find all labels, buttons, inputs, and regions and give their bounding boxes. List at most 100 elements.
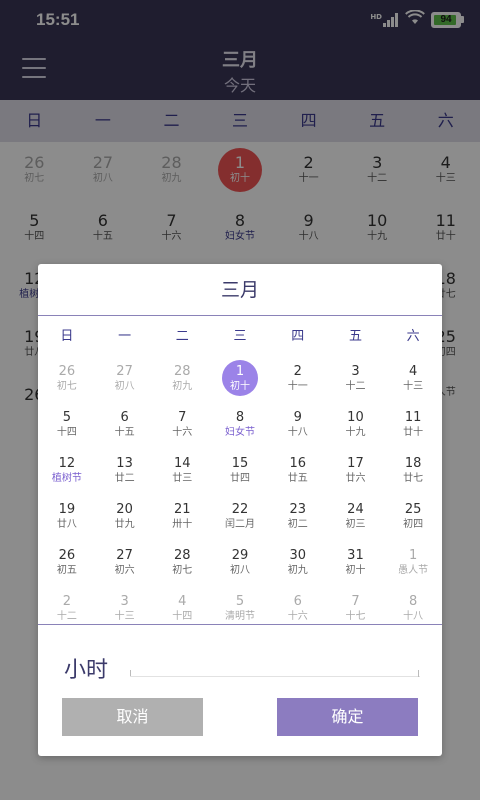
day-number: 1 (409, 548, 418, 563)
dlg-day-cell[interactable]: 10 十九 (327, 402, 385, 448)
confirm-button[interactable]: 确定 (277, 698, 418, 736)
lunar-date: 初五 (56, 565, 77, 576)
dlg-day-cell[interactable]: 30 初九 (269, 540, 327, 586)
date-picker-dialog: 三月 日一二三四五六 26 初七 27 初八 28 初九 1 初十 2 十一 3 十二 4 十三 5 十四 6 十… (38, 264, 442, 756)
day-number: 3 (351, 364, 360, 379)
lunar-date: 十八 (403, 611, 424, 622)
day-number: 14 (174, 456, 191, 471)
lunar-date: 初七 (172, 565, 193, 576)
dialog-weekday-header: 日一二三四五六 (38, 318, 442, 356)
lunar-date: 廿十 (403, 427, 424, 438)
lunar-date: 廿七 (403, 473, 424, 484)
dlg-day-cell[interactable]: 23 初二 (269, 494, 327, 540)
lunar-date: 十三 (114, 611, 135, 622)
dlg-day-cell[interactable]: 7 十七 (327, 586, 385, 632)
day-number: 5 (62, 410, 71, 425)
dlg-week-row: 19 廿八 20 廿九 21 卅十 22 闰二月 23 初二 24 初三 25 初四 (38, 494, 442, 540)
dlg-day-cell[interactable]: 25 初四 (384, 494, 442, 540)
day-number: 16 (289, 456, 306, 471)
dlg-day-cell[interactable]: 18 廿七 (384, 448, 442, 494)
dlg-day-cell[interactable]: 8 十八 (384, 586, 442, 632)
lunar-date: 廿九 (114, 519, 135, 530)
dialog-title: 三月 (220, 279, 259, 301)
day-number: 7 (178, 410, 187, 425)
dlg-day-cell[interactable]: 7 十六 (153, 402, 211, 448)
hour-picker[interactable] (130, 676, 420, 677)
dlg-day-cell[interactable]: 2 十二 (38, 586, 96, 632)
dlg-day-cell[interactable]: 28 初七 (153, 540, 211, 586)
day-number: 11 (404, 410, 422, 425)
day-number: 30 (289, 548, 306, 563)
dlg-weekday-2: 二 (175, 329, 189, 344)
lunar-date: 廿三 (172, 473, 193, 484)
dlg-day-cell[interactable]: 4 十三 (384, 356, 442, 402)
lunar-date: 初三 (345, 519, 366, 530)
day-number: 13 (116, 456, 133, 471)
dlg-day-cell[interactable]: 26 初七 (38, 356, 96, 402)
dlg-day-cell[interactable]: 17 廿六 (327, 448, 385, 494)
lunar-date: 初四 (403, 519, 424, 530)
dlg-day-cell[interactable]: 14 廿三 (153, 448, 211, 494)
day-number: 28 (174, 364, 191, 379)
dlg-day-cell[interactable]: 16 廿五 (269, 448, 327, 494)
dlg-day-cell[interactable]: 13 廿二 (96, 448, 154, 494)
day-number: 21 (174, 502, 191, 517)
lunar-date: 十二 (345, 381, 366, 392)
dlg-day-cell[interactable]: 27 初八 (96, 356, 154, 402)
dlg-week-row: 12 植树节 13 廿二 14 廿三 15 廿四 16 廿五 17 廿六 18 廿七 (38, 448, 442, 494)
dlg-day-cell[interactable]: 27 初六 (96, 540, 154, 586)
dlg-week-row: 5 十四 6 十五 7 十六 8 妇女节 9 十八 10 十九 11 廿十 (38, 402, 442, 448)
dlg-day-cell[interactable]: 19 廿八 (38, 494, 96, 540)
day-number: 2 (293, 364, 302, 379)
lunar-date: 十一 (287, 381, 308, 392)
day-number: 20 (116, 502, 133, 517)
day-number: 5 (235, 594, 245, 609)
lunar-date: 初六 (114, 565, 135, 576)
lunar-date: 初九 (287, 565, 308, 576)
dlg-day-cell[interactable]: 2 十一 (269, 356, 327, 402)
dlg-day-cell[interactable]: 31 初十 (327, 540, 385, 586)
dlg-week-row: 26 初七 27 初八 28 初九 1 初十 2 十一 3 十二 4 十三 (38, 356, 442, 402)
dlg-day-cell[interactable]: 5 清明节 (211, 586, 269, 632)
lunar-date: 卅十 (172, 519, 193, 530)
dlg-day-cell[interactable]: 29 初八 (211, 540, 269, 586)
dlg-day-cell[interactable]: 4 十四 (153, 586, 211, 632)
dlg-day-cell[interactable]: 28 初九 (153, 356, 211, 402)
dlg-day-cell[interactable]: 21 卅十 (153, 494, 211, 540)
lunar-date: 廿八 (56, 519, 77, 530)
dlg-day-cell[interactable]: 1 愚人节 (384, 540, 442, 586)
dlg-day-cell[interactable]: 22 闰二月 (211, 494, 269, 540)
lunar-date: 清明节 (225, 611, 256, 622)
dlg-day-cell[interactable]: 8 妇女节 (211, 402, 269, 448)
dlg-day-cell[interactable]: 24 初三 (327, 494, 385, 540)
dlg-day-cell[interactable]: 1 初十 (211, 356, 269, 402)
lunar-date: 十七 (345, 611, 366, 622)
dlg-weekday-4: 四 (291, 329, 305, 344)
dlg-day-cell[interactable]: 26 初五 (38, 540, 96, 586)
day-number: 22 (231, 502, 249, 517)
day-number: 26 (58, 364, 76, 379)
dlg-day-cell[interactable]: 15 廿四 (211, 448, 269, 494)
lunar-date: 廿二 (114, 473, 135, 484)
dlg-day-cell[interactable]: 20 廿九 (96, 494, 154, 540)
lunar-date: 十四 (56, 427, 77, 438)
day-number: 8 (409, 594, 418, 609)
lunar-date: 十四 (172, 611, 193, 622)
lunar-date: 十六 (172, 427, 193, 438)
dlg-day-cell[interactable]: 9 十八 (269, 402, 327, 448)
dlg-day-cell[interactable]: 12 植树节 (38, 448, 96, 494)
lunar-date: 初十 (230, 381, 251, 392)
lunar-date: 初二 (287, 519, 308, 530)
dlg-day-cell[interactable]: 5 十四 (38, 402, 96, 448)
cancel-button[interactable]: 取消 (62, 698, 203, 736)
day-number: 9 (293, 410, 302, 425)
day-number: 17 (347, 456, 364, 471)
dlg-day-cell[interactable]: 6 十六 (269, 586, 327, 632)
day-number: 2 (62, 594, 71, 609)
dlg-weekday-6: 六 (406, 329, 420, 344)
dlg-day-cell[interactable]: 11 廿十 (384, 402, 442, 448)
dlg-day-cell[interactable]: 3 十三 (96, 586, 154, 632)
day-number: 7 (351, 594, 360, 609)
dlg-day-cell[interactable]: 3 十二 (327, 356, 385, 402)
dlg-day-cell[interactable]: 6 十五 (96, 402, 154, 448)
